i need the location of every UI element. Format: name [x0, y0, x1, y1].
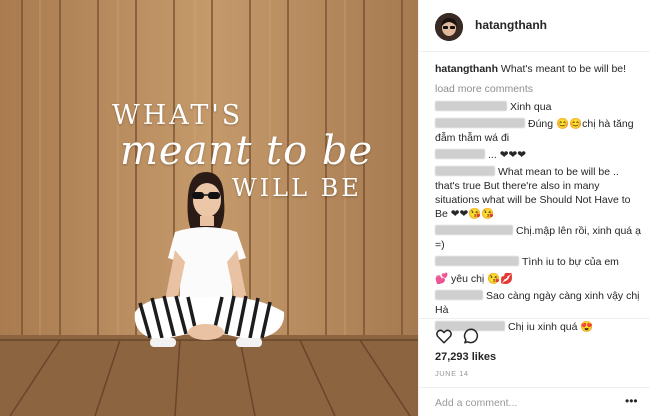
load-more-comments-link[interactable]: load more comments — [435, 82, 645, 96]
post-caption: hatangthanh What's meant to be will be! — [435, 62, 645, 76]
username-link[interactable]: hatangthanh — [475, 18, 547, 32]
comment-text: ❤❤❤ — [499, 149, 527, 161]
photo-scene — [0, 0, 418, 416]
comment-item: What mean to be will be .. that's true B… — [435, 165, 645, 221]
blurred-username — [435, 118, 525, 128]
comment-text: ... — [488, 149, 497, 161]
comment-item: 💕 yêu chị 😘💋 — [435, 272, 645, 286]
caption-username[interactable]: hatangthanh — [435, 63, 498, 75]
heart-icon[interactable] — [435, 327, 453, 345]
post-header: hatangthanh — [419, 0, 650, 52]
comment-text: 💕 yêu chị 😘💋 — [435, 273, 514, 285]
blurred-username — [435, 101, 507, 111]
blurred-username — [435, 290, 483, 300]
add-comment-bar: ••• — [419, 387, 650, 416]
comment-item: Đúng 😊😊chị hà tăng đẫm thẫm wá đi — [435, 117, 645, 145]
likes-count[interactable]: 27,293 likes — [435, 351, 496, 363]
overlay-text-line3: WILL BE — [232, 174, 362, 202]
comment-text: Tình iu to bự của em — [522, 256, 619, 268]
comment-item: ... ❤❤❤ — [435, 148, 645, 162]
more-options-icon[interactable]: ••• — [625, 394, 638, 408]
comment-item: Chị.mập lên rồi, xinh quá ạ =) — [435, 224, 645, 252]
comment-input[interactable] — [435, 394, 620, 412]
blurred-username — [435, 149, 485, 159]
comment-icon[interactable] — [463, 327, 481, 345]
comment-item: Tình iu to bự của em — [435, 255, 645, 269]
overlay-text-line2: meant to be — [120, 128, 374, 174]
blurred-username — [435, 166, 495, 176]
comments-list: hatangthanh What's meant to be will be! … — [435, 62, 645, 337]
blurred-username — [435, 225, 513, 235]
caption-text: What's meant to be will be! — [500, 63, 627, 75]
post-actions: 27,293 likes JUNE 14 ••• — [419, 318, 650, 416]
comment-item: Xinh qua — [435, 100, 645, 114]
post-photo[interactable]: WHAT'S meant to be WILL BE — [0, 0, 418, 416]
comment-text: Xinh qua — [510, 101, 552, 113]
overlay-text-line1: WHAT'S — [112, 100, 244, 131]
avatar[interactable] — [435, 13, 463, 41]
comment-item: Sao càng ngày càng xinh vậy chị Hà — [435, 289, 645, 317]
post-date: JUNE 14 — [435, 369, 469, 378]
avatar-image — [435, 13, 463, 41]
blurred-username — [435, 256, 519, 266]
post-side-panel: hatangthanh hatangthanh What's meant to … — [418, 0, 650, 416]
